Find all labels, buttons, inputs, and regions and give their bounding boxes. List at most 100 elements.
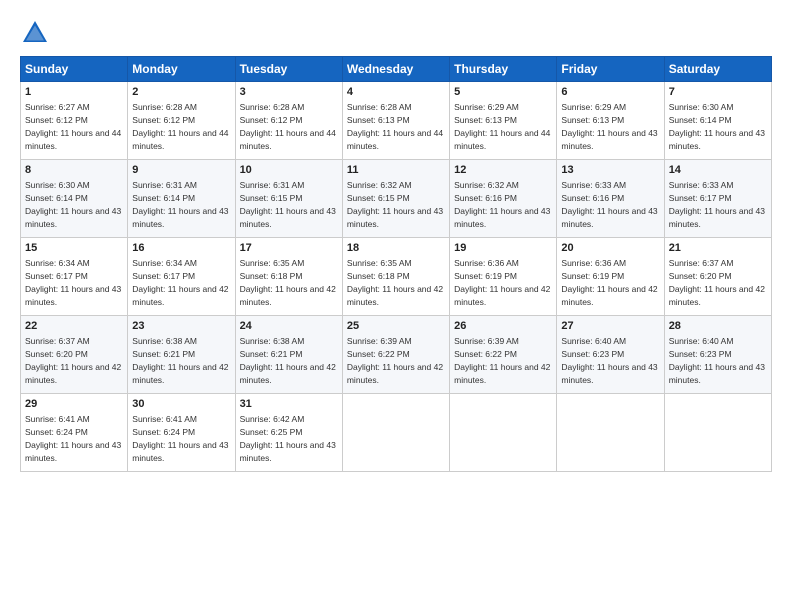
calendar-day-cell: 22 Sunrise: 6:37 AMSunset: 6:20 PMDaylig… — [21, 316, 128, 394]
calendar-day-cell: 5 Sunrise: 6:29 AMSunset: 6:13 PMDayligh… — [450, 82, 557, 160]
day-info: Sunrise: 6:39 AMSunset: 6:22 PMDaylight:… — [347, 336, 443, 385]
day-info: Sunrise: 6:33 AMSunset: 6:17 PMDaylight:… — [669, 180, 765, 229]
calendar-day-cell: 29 Sunrise: 6:41 AMSunset: 6:24 PMDaylig… — [21, 394, 128, 472]
day-number: 27 — [561, 319, 659, 334]
day-number: 8 — [25, 163, 123, 178]
day-info: Sunrise: 6:27 AMSunset: 6:12 PMDaylight:… — [25, 102, 121, 151]
day-info: Sunrise: 6:32 AMSunset: 6:16 PMDaylight:… — [454, 180, 550, 229]
calendar-day-cell: 24 Sunrise: 6:38 AMSunset: 6:21 PMDaylig… — [235, 316, 342, 394]
day-of-week-header: Monday — [128, 57, 235, 82]
calendar-table: SundayMondayTuesdayWednesdayThursdayFrid… — [20, 56, 772, 472]
day-info: Sunrise: 6:36 AMSunset: 6:19 PMDaylight:… — [561, 258, 657, 307]
day-info: Sunrise: 6:32 AMSunset: 6:15 PMDaylight:… — [347, 180, 443, 229]
calendar-day-cell: 19 Sunrise: 6:36 AMSunset: 6:19 PMDaylig… — [450, 238, 557, 316]
calendar-week-row: 8 Sunrise: 6:30 AMSunset: 6:14 PMDayligh… — [21, 160, 772, 238]
calendar-day-cell: 26 Sunrise: 6:39 AMSunset: 6:22 PMDaylig… — [450, 316, 557, 394]
calendar-day-cell — [557, 394, 664, 472]
calendar-day-cell: 7 Sunrise: 6:30 AMSunset: 6:14 PMDayligh… — [664, 82, 771, 160]
day-info: Sunrise: 6:36 AMSunset: 6:19 PMDaylight:… — [454, 258, 550, 307]
calendar-day-cell: 21 Sunrise: 6:37 AMSunset: 6:20 PMDaylig… — [664, 238, 771, 316]
calendar-week-row: 15 Sunrise: 6:34 AMSunset: 6:17 PMDaylig… — [21, 238, 772, 316]
day-number: 6 — [561, 85, 659, 100]
day-of-week-header: Thursday — [450, 57, 557, 82]
day-number: 26 — [454, 319, 552, 334]
day-of-week-header: Wednesday — [342, 57, 449, 82]
calendar-day-cell — [342, 394, 449, 472]
day-number: 15 — [25, 241, 123, 256]
calendar-day-cell: 12 Sunrise: 6:32 AMSunset: 6:16 PMDaylig… — [450, 160, 557, 238]
day-of-week-header: Sunday — [21, 57, 128, 82]
day-info: Sunrise: 6:29 AMSunset: 6:13 PMDaylight:… — [454, 102, 550, 151]
calendar-day-cell: 14 Sunrise: 6:33 AMSunset: 6:17 PMDaylig… — [664, 160, 771, 238]
day-number: 18 — [347, 241, 445, 256]
day-number: 9 — [132, 163, 230, 178]
day-number: 5 — [454, 85, 552, 100]
day-of-week-header: Friday — [557, 57, 664, 82]
day-number: 23 — [132, 319, 230, 334]
day-number: 13 — [561, 163, 659, 178]
calendar-day-cell: 3 Sunrise: 6:28 AMSunset: 6:12 PMDayligh… — [235, 82, 342, 160]
calendar-week-row: 1 Sunrise: 6:27 AMSunset: 6:12 PMDayligh… — [21, 82, 772, 160]
calendar-week-row: 29 Sunrise: 6:41 AMSunset: 6:24 PMDaylig… — [21, 394, 772, 472]
day-info: Sunrise: 6:33 AMSunset: 6:16 PMDaylight:… — [561, 180, 657, 229]
calendar-day-cell: 25 Sunrise: 6:39 AMSunset: 6:22 PMDaylig… — [342, 316, 449, 394]
day-number: 3 — [240, 85, 338, 100]
day-number: 14 — [669, 163, 767, 178]
calendar-day-cell: 18 Sunrise: 6:35 AMSunset: 6:18 PMDaylig… — [342, 238, 449, 316]
day-info: Sunrise: 6:29 AMSunset: 6:13 PMDaylight:… — [561, 102, 657, 151]
day-number: 30 — [132, 397, 230, 412]
day-info: Sunrise: 6:41 AMSunset: 6:24 PMDaylight:… — [132, 414, 228, 463]
day-number: 24 — [240, 319, 338, 334]
logo-icon — [20, 18, 50, 48]
day-info: Sunrise: 6:30 AMSunset: 6:14 PMDaylight:… — [669, 102, 765, 151]
day-number: 28 — [669, 319, 767, 334]
day-info: Sunrise: 6:31 AMSunset: 6:15 PMDaylight:… — [240, 180, 336, 229]
day-info: Sunrise: 6:34 AMSunset: 6:17 PMDaylight:… — [132, 258, 228, 307]
calendar-day-cell: 17 Sunrise: 6:35 AMSunset: 6:18 PMDaylig… — [235, 238, 342, 316]
calendar-day-cell: 20 Sunrise: 6:36 AMSunset: 6:19 PMDaylig… — [557, 238, 664, 316]
day-number: 16 — [132, 241, 230, 256]
day-number: 29 — [25, 397, 123, 412]
calendar-day-cell: 4 Sunrise: 6:28 AMSunset: 6:13 PMDayligh… — [342, 82, 449, 160]
calendar-day-cell: 27 Sunrise: 6:40 AMSunset: 6:23 PMDaylig… — [557, 316, 664, 394]
calendar-day-cell: 9 Sunrise: 6:31 AMSunset: 6:14 PMDayligh… — [128, 160, 235, 238]
day-info: Sunrise: 6:40 AMSunset: 6:23 PMDaylight:… — [561, 336, 657, 385]
day-number: 11 — [347, 163, 445, 178]
day-info: Sunrise: 6:28 AMSunset: 6:12 PMDaylight:… — [240, 102, 336, 151]
day-info: Sunrise: 6:34 AMSunset: 6:17 PMDaylight:… — [25, 258, 121, 307]
calendar-day-cell: 13 Sunrise: 6:33 AMSunset: 6:16 PMDaylig… — [557, 160, 664, 238]
day-info: Sunrise: 6:38 AMSunset: 6:21 PMDaylight:… — [240, 336, 336, 385]
calendar-day-cell: 10 Sunrise: 6:31 AMSunset: 6:15 PMDaylig… — [235, 160, 342, 238]
day-number: 1 — [25, 85, 123, 100]
day-info: Sunrise: 6:37 AMSunset: 6:20 PMDaylight:… — [669, 258, 765, 307]
day-number: 21 — [669, 241, 767, 256]
calendar-day-cell: 31 Sunrise: 6:42 AMSunset: 6:25 PMDaylig… — [235, 394, 342, 472]
day-number: 20 — [561, 241, 659, 256]
day-info: Sunrise: 6:31 AMSunset: 6:14 PMDaylight:… — [132, 180, 228, 229]
day-info: Sunrise: 6:37 AMSunset: 6:20 PMDaylight:… — [25, 336, 121, 385]
calendar-day-cell: 16 Sunrise: 6:34 AMSunset: 6:17 PMDaylig… — [128, 238, 235, 316]
calendar-day-cell: 28 Sunrise: 6:40 AMSunset: 6:23 PMDaylig… — [664, 316, 771, 394]
calendar-day-cell: 6 Sunrise: 6:29 AMSunset: 6:13 PMDayligh… — [557, 82, 664, 160]
days-header-row: SundayMondayTuesdayWednesdayThursdayFrid… — [21, 57, 772, 82]
calendar-day-cell: 15 Sunrise: 6:34 AMSunset: 6:17 PMDaylig… — [21, 238, 128, 316]
calendar-day-cell — [664, 394, 771, 472]
day-number: 4 — [347, 85, 445, 100]
day-number: 19 — [454, 241, 552, 256]
header — [20, 18, 772, 48]
day-number: 12 — [454, 163, 552, 178]
calendar-day-cell: 30 Sunrise: 6:41 AMSunset: 6:24 PMDaylig… — [128, 394, 235, 472]
calendar-header: SundayMondayTuesdayWednesdayThursdayFrid… — [21, 57, 772, 82]
day-number: 25 — [347, 319, 445, 334]
calendar-day-cell: 1 Sunrise: 6:27 AMSunset: 6:12 PMDayligh… — [21, 82, 128, 160]
calendar-day-cell: 2 Sunrise: 6:28 AMSunset: 6:12 PMDayligh… — [128, 82, 235, 160]
day-of-week-header: Saturday — [664, 57, 771, 82]
day-number: 2 — [132, 85, 230, 100]
day-number: 7 — [669, 85, 767, 100]
day-number: 10 — [240, 163, 338, 178]
day-info: Sunrise: 6:35 AMSunset: 6:18 PMDaylight:… — [347, 258, 443, 307]
page: SundayMondayTuesdayWednesdayThursdayFrid… — [0, 0, 792, 612]
calendar-day-cell — [450, 394, 557, 472]
calendar-day-cell: 11 Sunrise: 6:32 AMSunset: 6:15 PMDaylig… — [342, 160, 449, 238]
day-info: Sunrise: 6:38 AMSunset: 6:21 PMDaylight:… — [132, 336, 228, 385]
